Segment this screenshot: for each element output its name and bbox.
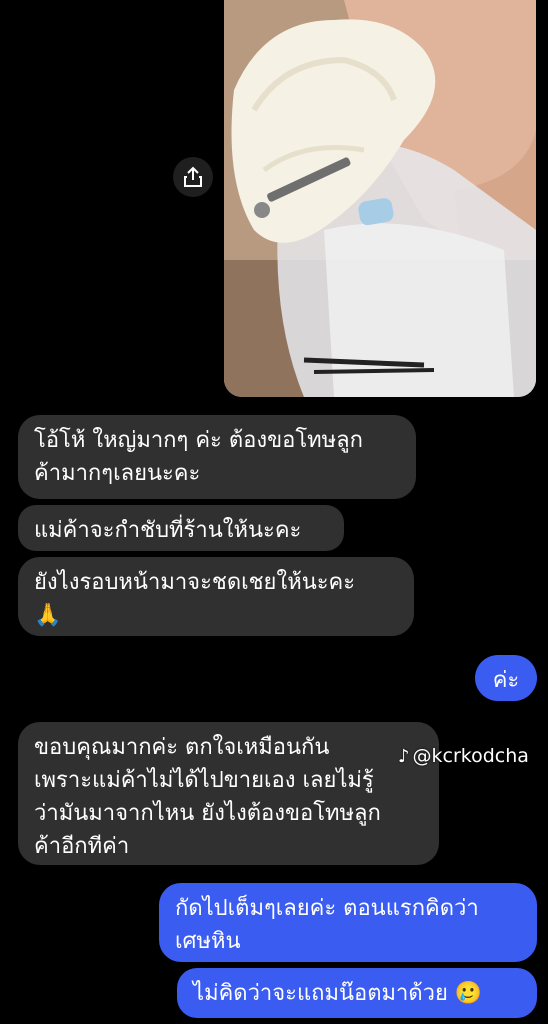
share-button[interactable] bbox=[173, 157, 213, 197]
watermark-handle: @kcrkodcha bbox=[412, 745, 529, 767]
message-bubble-incoming: ยังไงรอบหน้ามาจะชดเชยให้นะคะ 🙏 bbox=[18, 557, 414, 636]
message-bubble-outgoing: ค่ะ bbox=[475, 655, 537, 701]
photo-attachment[interactable] bbox=[224, 0, 536, 397]
message-bubble-incoming: ขอบคุณมากค่ะ ตกใจเหมือนกัน เพราะแม่ค้าไม… bbox=[18, 722, 439, 865]
message-status-indicator bbox=[0, 604, 4, 616]
message-status-indicator bbox=[0, 840, 4, 852]
share-icon bbox=[184, 166, 202, 187]
tiktok-watermark: ♪ @kcrkodcha bbox=[398, 745, 529, 767]
message-bubble-incoming: โอ้โห้ ใหญ่มากๆ ค่ะ ต้องขอโทษลูก ค้ามากๆ… bbox=[18, 415, 416, 499]
tiktok-icon: ♪ bbox=[398, 745, 410, 767]
message-bubble-outgoing: กัดไปเต็มๆเลยค่ะ ตอนแรกคิดว่า เศษหิน bbox=[159, 883, 537, 962]
message-bubble-incoming: แม่ค้าจะกำชับที่ร้านให้นะคะ bbox=[18, 505, 344, 551]
message-bubble-outgoing: ไม่คิดว่าจะแถมน๊อตมาด้วย 🥲 bbox=[177, 968, 537, 1018]
